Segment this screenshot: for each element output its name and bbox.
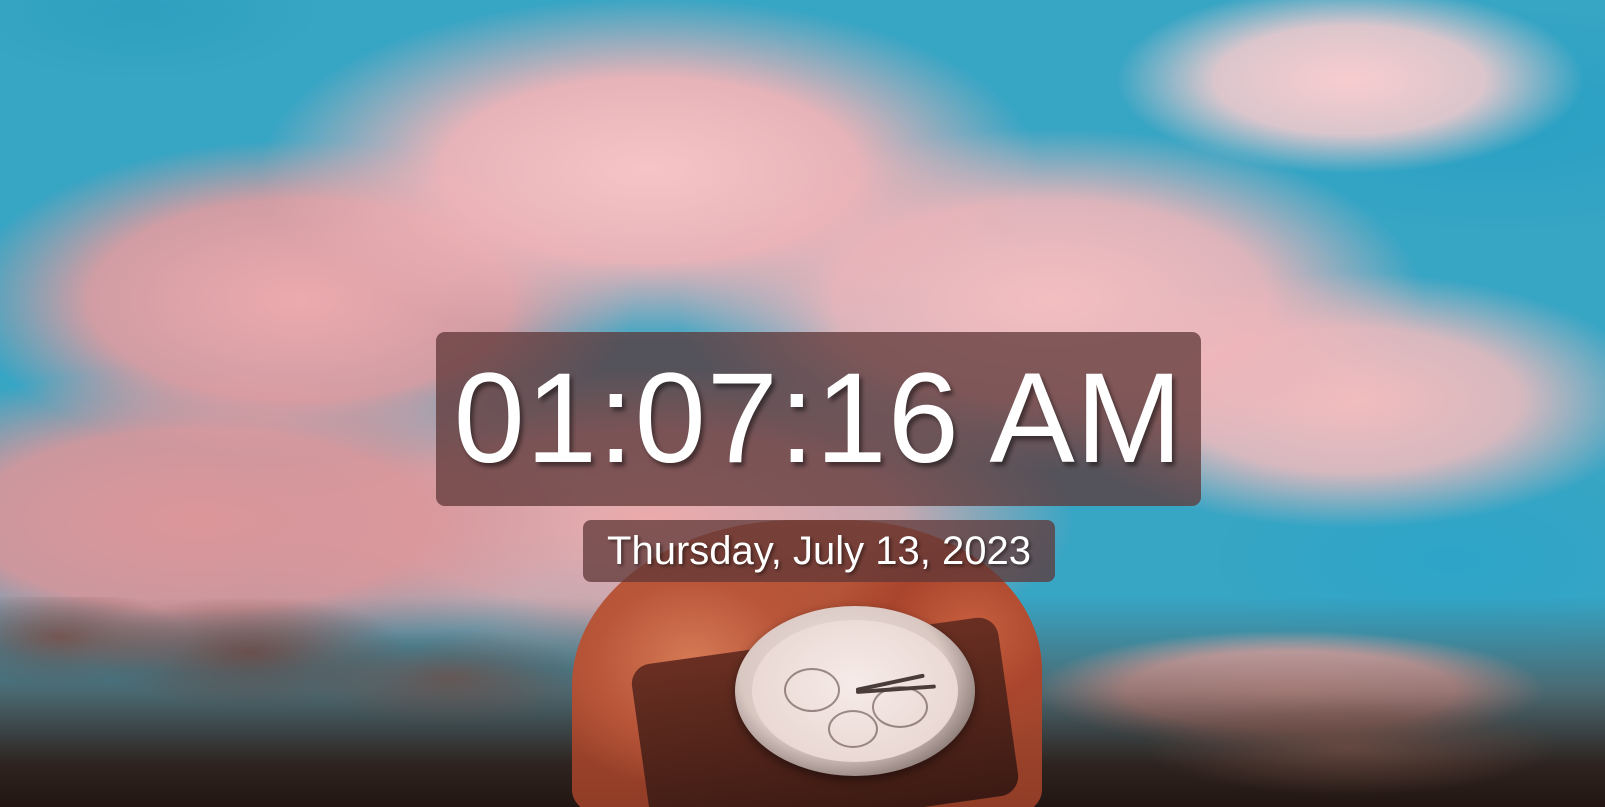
time-panel: 01:07:16 AM bbox=[436, 332, 1201, 506]
date-display: Thursday, July 13, 2023 bbox=[607, 529, 1031, 573]
clock-overlay: 01:07:16 AM Thursday, July 13, 2023 bbox=[0, 0, 1605, 807]
time-display: 01:07:16 AM bbox=[453, 347, 1184, 490]
date-panel: Thursday, July 13, 2023 bbox=[583, 520, 1055, 582]
clock-screen: 01:07:16 AM Thursday, July 13, 2023 bbox=[0, 0, 1605, 807]
